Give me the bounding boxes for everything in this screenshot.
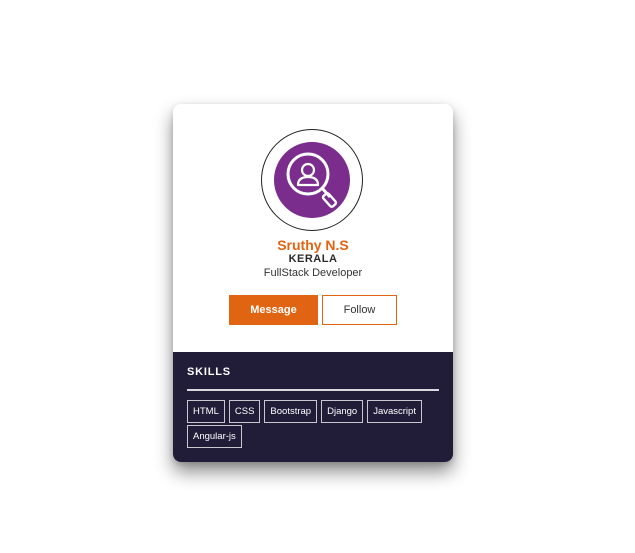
profile-location: KERALA [288,253,338,265]
profile-card: Sruthy N.S KERALA FullStack Developer Me… [173,104,453,462]
skill-tag-css[interactable]: CSS [228,400,261,423]
skill-tag-html[interactable]: HTML [187,400,225,423]
profile-role: FullStack Developer [263,267,363,279]
avatar [274,142,350,218]
skill-tag-django[interactable]: Django [321,400,364,423]
skill-tag-angular-js[interactable]: Angular-js [187,425,242,448]
profile-header: Sruthy N.S KERALA FullStack Developer Me… [173,104,453,352]
message-button[interactable]: Message [229,295,318,325]
skills-divider [187,389,439,391]
skill-tag-bootstrap[interactable]: Bootstrap [264,400,318,423]
skill-tag-javascript[interactable]: Javascript [367,400,422,423]
profile-name: Sruthy N.S [277,237,349,253]
avatar-ring [261,129,363,231]
skill-tag-list: HTML CSS Bootstrap Django Javascript Ang… [187,400,447,448]
follow-button[interactable]: Follow [322,295,397,325]
skills-section: SKILLS HTML CSS Bootstrap Django Javascr… [173,352,453,462]
skills-heading: SKILLS [187,366,231,378]
user-search-icon [286,152,338,208]
